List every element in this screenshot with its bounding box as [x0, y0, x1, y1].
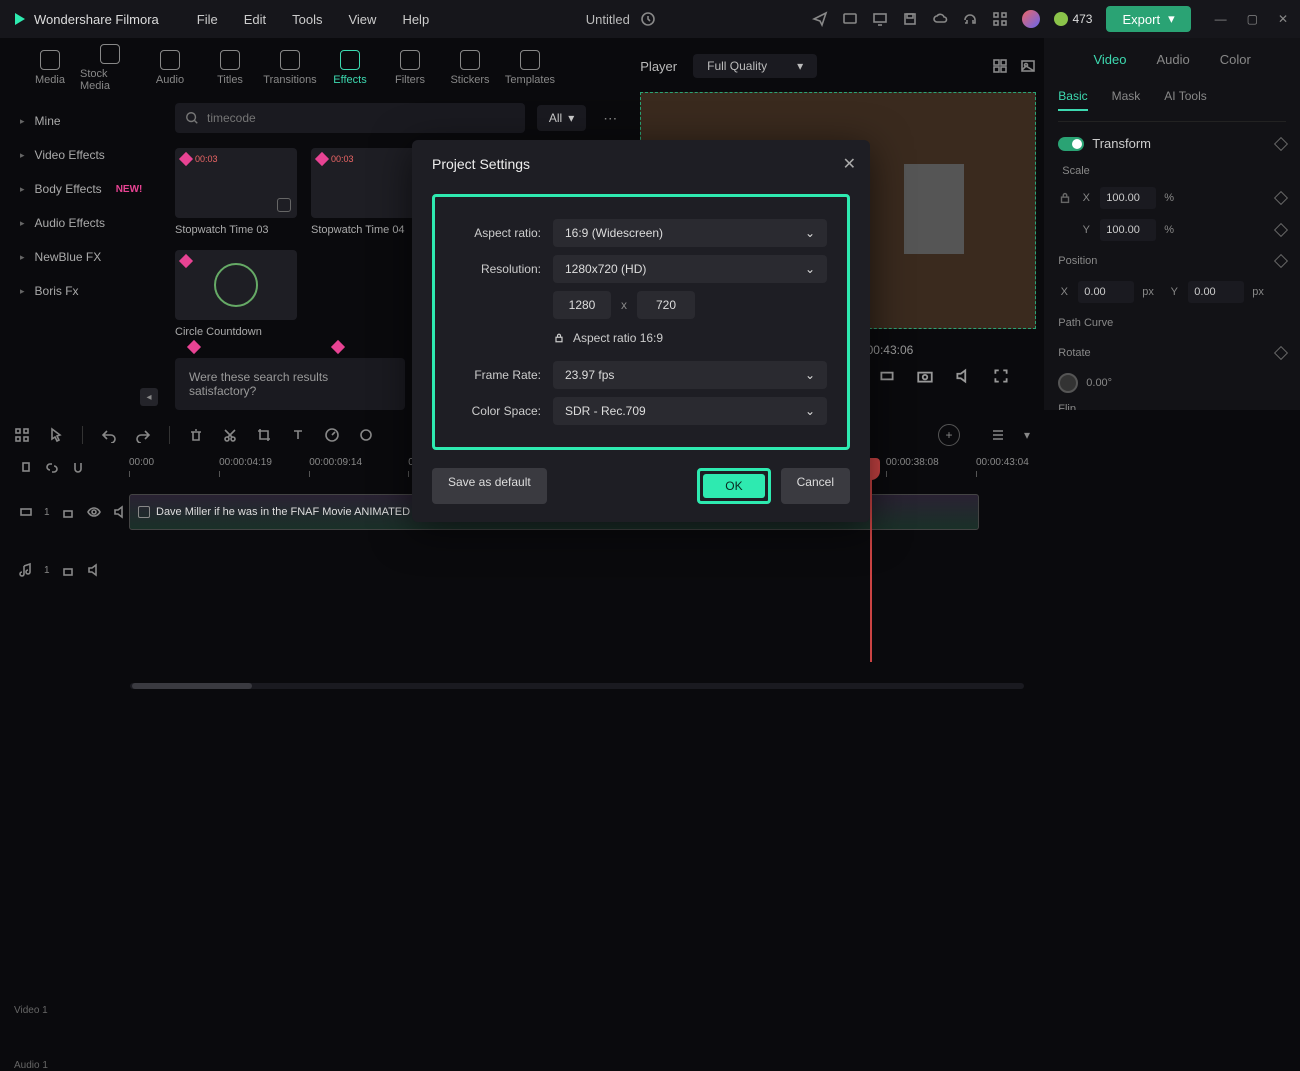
- aspect-label: Aspect ratio:: [445, 226, 541, 240]
- lock-aspect-label: Aspect ratio 16:9: [573, 331, 663, 345]
- lock-icon[interactable]: [553, 332, 565, 344]
- resolution-height-input[interactable]: [637, 291, 695, 319]
- dialog-close-button[interactable]: ✕: [843, 154, 856, 174]
- x-separator: x: [621, 298, 627, 312]
- framerate-label: Frame Rate:: [445, 368, 541, 382]
- chevron-down-icon: ⌄: [805, 404, 815, 418]
- resolution-width-input[interactable]: [553, 291, 611, 319]
- ok-highlight: OK: [697, 468, 770, 504]
- video-track-label: Video 1: [14, 1005, 48, 1016]
- aspect-dropdown[interactable]: 16:9 (Widescreen)⌄: [553, 219, 827, 247]
- framerate-dropdown[interactable]: 23.97 fps⌄: [553, 361, 827, 389]
- project-settings-dialog: Project Settings ✕ Aspect ratio: 16:9 (W…: [412, 140, 870, 522]
- save-default-button[interactable]: Save as default: [432, 468, 547, 504]
- colorspace-label: Color Space:: [445, 404, 541, 418]
- colorspace-dropdown[interactable]: SDR - Rec.709⌄: [553, 397, 827, 425]
- ok-button[interactable]: OK: [703, 474, 764, 498]
- resolution-dropdown[interactable]: 1280x720 (HD)⌄: [553, 255, 827, 283]
- chevron-down-icon: ⌄: [805, 262, 815, 276]
- modal-backdrop: Project Settings ✕ Aspect ratio: 16:9 (W…: [0, 0, 1300, 693]
- settings-highlight: Aspect ratio: 16:9 (Widescreen)⌄ Resolut…: [432, 194, 850, 450]
- chevron-down-icon: ⌄: [805, 226, 815, 240]
- audio-track-label: Audio 1: [14, 1060, 48, 1071]
- chevron-down-icon: ⌄: [805, 368, 815, 382]
- dialog-title: Project Settings: [432, 156, 850, 172]
- cancel-button[interactable]: Cancel: [781, 468, 850, 504]
- resolution-label: Resolution:: [445, 262, 541, 276]
